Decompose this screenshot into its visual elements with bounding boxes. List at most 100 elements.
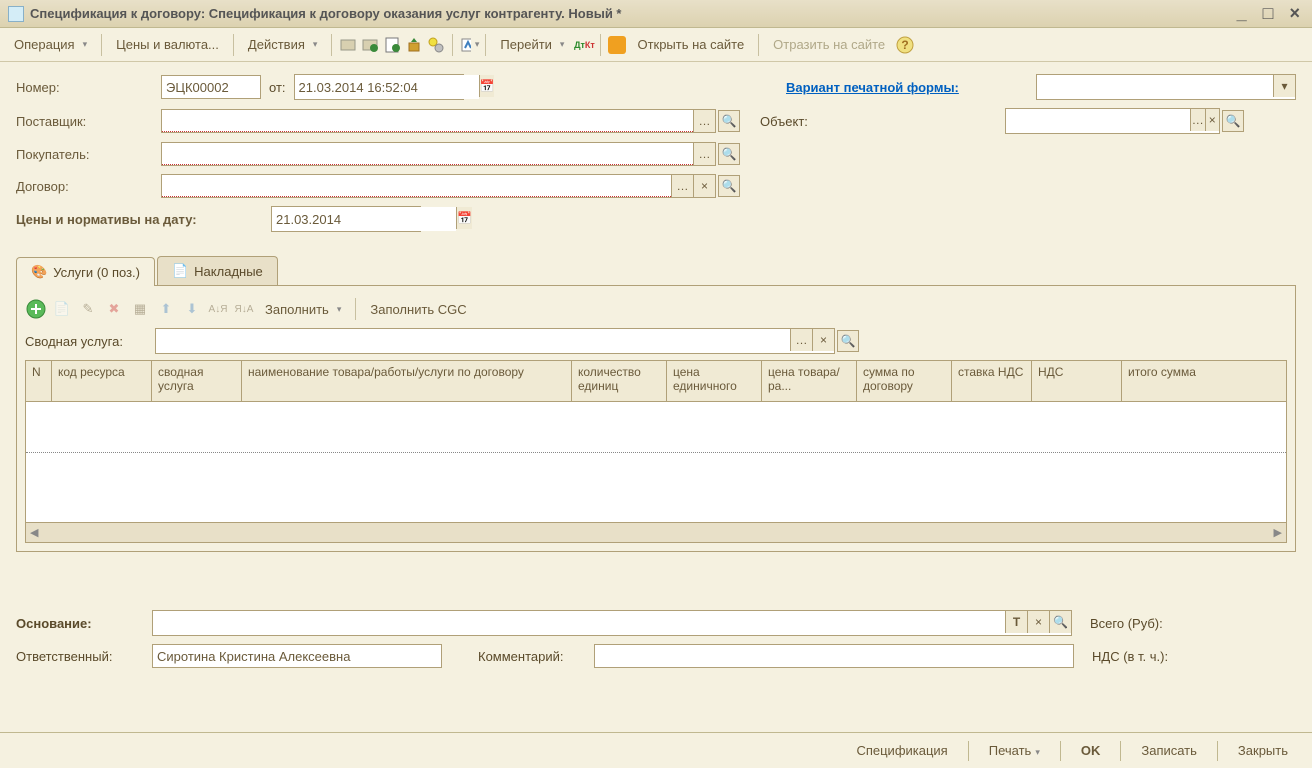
number-input[interactable] (161, 75, 261, 99)
col-name[interactable]: наименование товара/работы/услуги по дог… (242, 361, 572, 401)
col-resource-code[interactable]: код ресурса (52, 361, 152, 401)
col-total[interactable]: итого сумма (1122, 361, 1286, 401)
print-button[interactable]: Печать (977, 738, 1052, 763)
toolbar-icon-3[interactable] (382, 35, 402, 55)
contract-input[interactable] (162, 175, 671, 197)
horizontal-scrollbar[interactable]: ◀ ▶ (26, 522, 1286, 542)
buyer-input[interactable] (162, 143, 693, 165)
tab-invoices-label: Накладные (194, 264, 263, 279)
date-input[interactable] (295, 75, 479, 99)
prices-currency-button[interactable]: Цены и валюта... (108, 33, 227, 56)
fill-cgc-button[interactable]: Заполнить CGC (364, 300, 472, 319)
summary-clear-icon[interactable]: × (812, 329, 834, 351)
print-variant-dropdown-icon[interactable]: ▾ (1273, 75, 1295, 97)
services-toolbar: 📄 ✎ ✖ ▦ ⬆ ⬇ А↓Я Я↓А Заполнить Заполнить … (25, 294, 1287, 328)
goto-menu[interactable]: Перейти (492, 33, 572, 56)
dtkt-icon[interactable]: ДтКт (574, 35, 594, 55)
basis-clear-icon[interactable]: × (1027, 611, 1049, 633)
table-body[interactable] (26, 402, 1286, 522)
move-up-icon[interactable]: ⬆ (155, 298, 177, 320)
toolbar-icon-dropdown[interactable] (459, 35, 479, 55)
col-summary-service[interactable]: сводная услуга (152, 361, 242, 401)
object-input[interactable] (1006, 109, 1190, 133)
basis-input[interactable] (153, 611, 1005, 635)
responsible-input[interactable] (152, 644, 442, 668)
comment-label: Комментарий: (478, 649, 588, 664)
supplier-label: Поставщик: (16, 114, 161, 129)
scroll-right-icon[interactable]: ▶ (1274, 526, 1282, 539)
prices-date-input[interactable] (272, 207, 456, 231)
contract-search-icon[interactable]: 🔍 (718, 175, 740, 197)
move-down-icon[interactable]: ⬇ (181, 298, 203, 320)
add-row-icon[interactable] (25, 298, 47, 320)
col-qty[interactable]: количество единиц (572, 361, 667, 401)
buyer-label: Покупатель: (16, 147, 161, 162)
col-vat-rate[interactable]: ставка НДС (952, 361, 1032, 401)
tab-services[interactable]: 🎨 Услуги (0 поз.) (16, 257, 155, 286)
invoices-tab-icon: 📄 (172, 263, 188, 279)
sort-asc-icon[interactable]: А↓Я (207, 298, 229, 320)
open-site-icon (607, 35, 627, 55)
minimize-button[interactable]: _ (1233, 3, 1251, 24)
edit-row-icon[interactable]: ✎ (77, 298, 99, 320)
spec-button[interactable]: Спецификация (844, 738, 959, 763)
object-select-icon[interactable]: … (1190, 109, 1205, 131)
supplier-select-icon[interactable]: … (693, 110, 715, 132)
buyer-search-icon[interactable]: 🔍 (718, 143, 740, 165)
contract-select-icon[interactable]: … (671, 175, 693, 197)
services-tab-icon: 🎨 (31, 264, 47, 280)
delete-row-icon[interactable]: ✖ (103, 298, 125, 320)
supplier-search-icon[interactable]: 🔍 (718, 110, 740, 132)
close-form-button[interactable]: Закрыть (1226, 738, 1300, 763)
basis-text-icon[interactable]: T (1005, 611, 1027, 633)
reflect-site-button[interactable]: Отразить на сайте (765, 33, 893, 56)
contract-label: Договор: (16, 179, 161, 194)
actions-menu[interactable]: Действия (240, 33, 326, 56)
summary-select-icon[interactable]: … (790, 329, 812, 351)
print-variant-input[interactable] (1037, 75, 1273, 99)
vat-total-label: НДС (в т. ч.): (1092, 649, 1168, 664)
form-area: Номер: от: 📅 Вариант печатной формы: ▾ П… (0, 62, 1312, 246)
date-picker-icon[interactable]: 📅 (479, 75, 495, 97)
col-vat[interactable]: НДС (1032, 361, 1122, 401)
toolbar-icon-1[interactable] (338, 35, 358, 55)
fill-menu[interactable]: Заполнить (259, 300, 347, 319)
col-unit-price[interactable]: цена единичного (667, 361, 762, 401)
help-icon[interactable]: ? (895, 35, 915, 55)
save-button[interactable]: Записать (1129, 738, 1209, 763)
open-site-button[interactable]: Открыть на сайте (629, 33, 752, 56)
basis-search-icon[interactable]: 🔍 (1049, 611, 1071, 633)
window-controls: _ □ × (1233, 3, 1304, 24)
toolbar-icon-5[interactable] (426, 35, 446, 55)
buyer-select-icon[interactable]: … (693, 143, 715, 165)
window-icon (8, 6, 24, 22)
summary-service-input[interactable] (156, 329, 790, 353)
col-n[interactable]: N (26, 361, 52, 401)
maximize-button[interactable]: □ (1259, 3, 1278, 24)
operation-menu[interactable]: Операция (6, 33, 95, 56)
col-goods-price[interactable]: цена товара/ра... (762, 361, 857, 401)
toolbar-icon-2[interactable] (360, 35, 380, 55)
sort-desc-icon[interactable]: Я↓А (233, 298, 255, 320)
copy-row-icon[interactable]: 📄 (51, 298, 73, 320)
close-button[interactable]: × (1285, 3, 1304, 24)
object-clear-icon[interactable]: × (1205, 109, 1220, 131)
table-icon[interactable]: ▦ (129, 298, 151, 320)
window-title: Спецификация к договору: Спецификация к … (30, 6, 1233, 21)
tab-content: 📄 ✎ ✖ ▦ ⬆ ⬇ А↓Я Я↓А Заполнить Заполнить … (16, 286, 1296, 552)
titlebar: Спецификация к договору: Спецификация к … (0, 0, 1312, 28)
supplier-input[interactable] (162, 110, 693, 132)
col-contract-sum[interactable]: сумма по договору (857, 361, 952, 401)
ok-button[interactable]: OK (1069, 738, 1113, 763)
scroll-left-icon[interactable]: ◀ (30, 526, 38, 539)
contract-clear-icon[interactable]: × (693, 175, 715, 197)
print-variant-label[interactable]: Вариант печатной формы: (786, 80, 1036, 95)
main-toolbar: Операция Цены и валюта... Действия Перей… (0, 28, 1312, 62)
object-search-icon[interactable]: 🔍 (1222, 110, 1244, 132)
tab-invoices[interactable]: 📄 Накладные (157, 256, 278, 285)
toolbar-icon-4[interactable] (404, 35, 424, 55)
comment-input[interactable] (594, 644, 1074, 668)
summary-search-icon[interactable]: 🔍 (837, 330, 859, 352)
prices-date-picker-icon[interactable]: 📅 (456, 207, 472, 229)
svg-text:?: ? (902, 38, 909, 52)
